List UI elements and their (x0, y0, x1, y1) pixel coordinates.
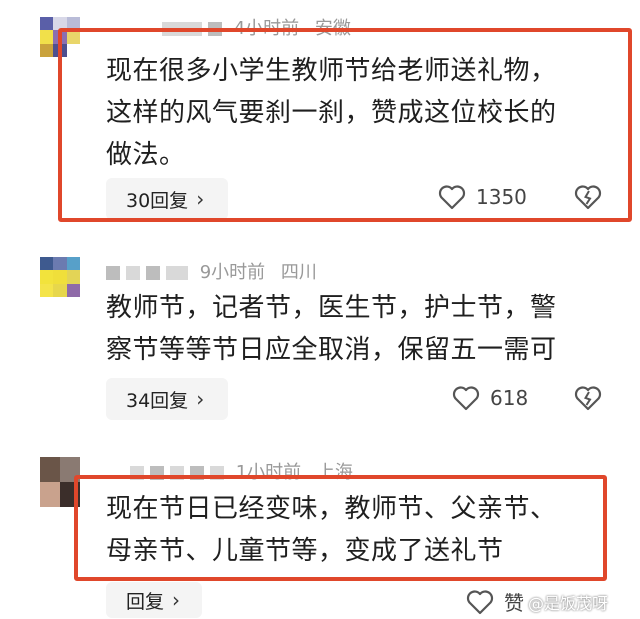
dislike-button[interactable] (574, 385, 602, 415)
watermark: @是饭茂呀 (528, 594, 609, 613)
comment-meta: 9小时前 四川 (106, 258, 317, 284)
comment-line: 教师节，记者节，医生节，护士节，警 (106, 293, 557, 323)
like-label: 赞 (504, 591, 524, 615)
like-button[interactable]: 赞 (466, 587, 524, 616)
avatar[interactable] (40, 257, 80, 297)
highlight-box-1 (58, 28, 632, 222)
like-count: 618 (490, 386, 529, 410)
comment-body: 教师节，记者节，医生节，护士节，警 察节等等节日应全取消，保留五一需可 (106, 287, 557, 371)
comment-line: 察节等等节日应全取消，保留五一需可 (106, 335, 557, 365)
reply-label: 回复 (126, 590, 165, 613)
heart-outline-icon (452, 386, 480, 411)
heart-outline-icon (466, 589, 494, 614)
reply-label: 34回复 (126, 389, 189, 412)
comment-time: 9小时前 (199, 262, 266, 283)
broken-heart-icon (574, 386, 602, 411)
chevron-right-icon: › (196, 387, 205, 411)
chevron-right-icon: › (172, 588, 181, 612)
reply-button[interactable]: 回复 › (106, 582, 202, 618)
like-button[interactable]: 618 (452, 385, 528, 411)
highlight-box-2 (74, 475, 607, 581)
reply-button[interactable]: 34回复 › (106, 378, 228, 420)
comment-location: 四川 (280, 262, 317, 283)
